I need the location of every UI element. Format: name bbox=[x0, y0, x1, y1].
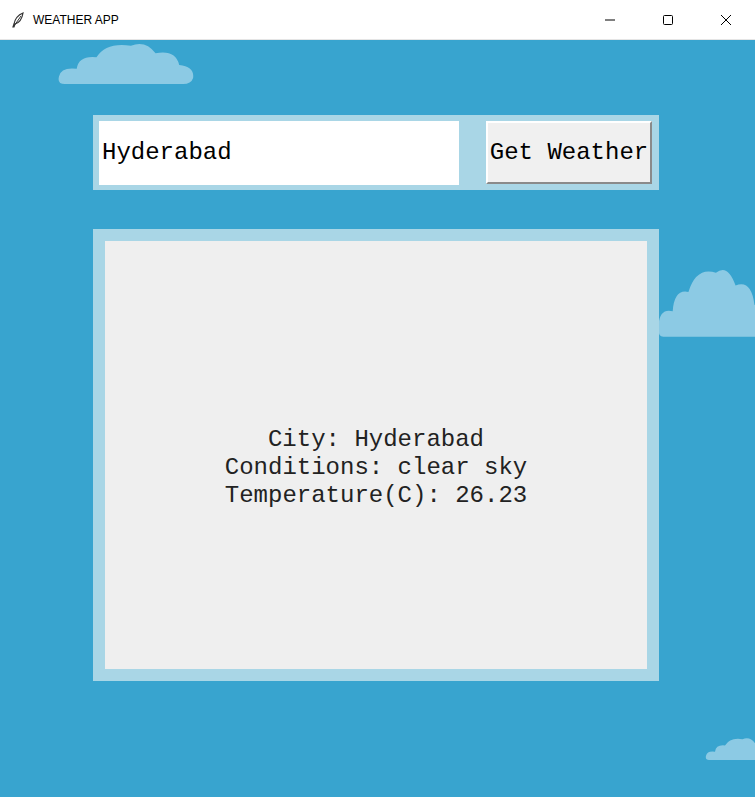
window-title: WEATHER APP bbox=[33, 11, 119, 29]
feather-icon bbox=[10, 12, 26, 28]
maximize-icon[interactable] bbox=[639, 0, 697, 39]
search-frame: Get Weather bbox=[93, 115, 659, 190]
cloud-icon bbox=[705, 735, 755, 761]
get-weather-button[interactable]: Get Weather bbox=[486, 121, 652, 184]
minimize-icon[interactable] bbox=[581, 0, 639, 39]
window-controls bbox=[581, 0, 755, 39]
result-line: Temperature(C): 26.23 bbox=[225, 482, 527, 510]
title-bar: WEATHER APP bbox=[0, 0, 755, 40]
content-area: Get Weather City: HyderabadConditions: cl… bbox=[0, 40, 755, 797]
cloud-icon bbox=[657, 260, 755, 340]
city-input[interactable] bbox=[99, 121, 459, 185]
result-panel: City: HyderabadConditions: clear skyTemp… bbox=[105, 241, 647, 669]
result-line: City: Hyderabad bbox=[268, 426, 484, 454]
cloud-icon bbox=[57, 40, 195, 86]
result-frame: City: HyderabadConditions: clear skyTemp… bbox=[93, 229, 659, 681]
close-icon[interactable] bbox=[697, 0, 755, 39]
result-line: Conditions: clear sky bbox=[225, 454, 527, 482]
